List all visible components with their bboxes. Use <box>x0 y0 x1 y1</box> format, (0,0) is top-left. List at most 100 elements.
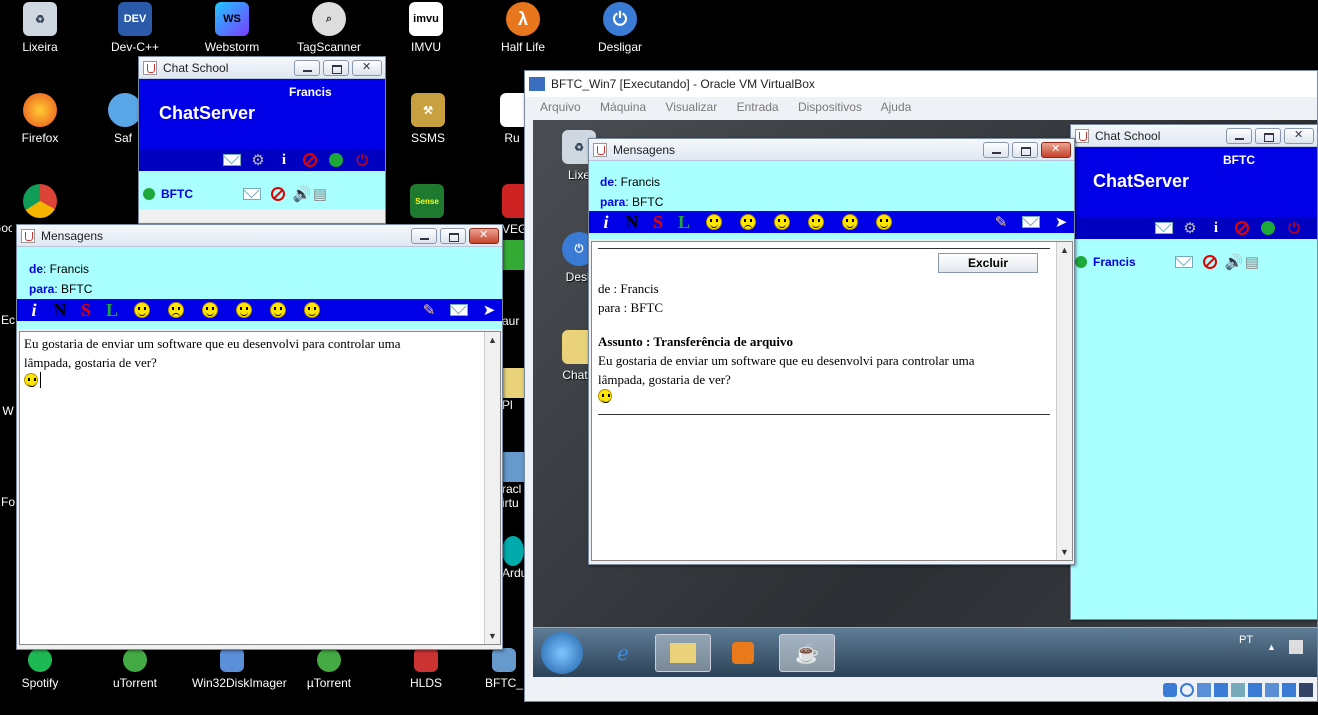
power-icon[interactable]: ⏻ <box>353 151 371 169</box>
delete-button[interactable]: Excluir <box>938 253 1038 273</box>
bold-button[interactable]: N <box>47 300 73 321</box>
italic-button[interactable]: i <box>593 212 619 233</box>
menu-arquivo[interactable]: Arquivo <box>540 100 581 114</box>
mail-icon[interactable] <box>223 151 241 169</box>
mail-icon[interactable] <box>1022 213 1040 231</box>
desktop-icon-lixeira[interactable]: ♻ Lixeira <box>0 2 80 54</box>
desktop-icon-safari[interactable]: Saf <box>108 93 138 145</box>
smile-emoticon-icon[interactable] <box>706 214 722 230</box>
confused-emoticon-icon[interactable] <box>236 302 252 318</box>
tongue-emoticon-icon[interactable] <box>774 214 790 230</box>
contact-row-francis[interactable]: Francis 🔊 ▤ <box>1071 247 1317 277</box>
online-status-icon[interactable] <box>327 151 345 169</box>
sad-emoticon-icon[interactable] <box>168 302 184 318</box>
vertical-scrollbar[interactable]: ▲ ▼ <box>484 332 500 644</box>
strike-button[interactable]: L <box>99 300 125 321</box>
desktop-icon-imvu[interactable]: imvu IMVU <box>386 2 466 54</box>
recording-icon[interactable] <box>1265 683 1279 697</box>
chat-school-window-right[interactable]: Chat School BFTC ChatServer ⚙ i ⏻ Franci… <box>1070 124 1318 620</box>
underline-button[interactable]: S <box>73 300 99 321</box>
language-indicator[interactable]: PT <box>1239 634 1253 646</box>
shared-folder-icon[interactable] <box>1214 683 1228 697</box>
desktop-icon-ssms[interactable]: ⚒ SSMS <box>388 93 468 145</box>
scroll-up-icon[interactable]: ▲ <box>485 332 500 348</box>
scroll-down-icon[interactable]: ▼ <box>485 628 500 644</box>
message-editor[interactable]: Eu gostaria de enviar um software que eu… <box>19 331 501 645</box>
close-button[interactable] <box>1041 141 1071 158</box>
maximize-button[interactable] <box>323 59 349 76</box>
neutral-emoticon-icon[interactable] <box>876 214 892 230</box>
neutral-emoticon-icon[interactable] <box>304 302 320 318</box>
tongue-emoticon-icon[interactable] <box>202 302 218 318</box>
desktop-icon-webstorm[interactable]: WS Webstorm <box>192 2 272 54</box>
network-adapter-icon[interactable] <box>1248 683 1262 697</box>
minimize-button[interactable] <box>411 227 437 244</box>
italic-button[interactable]: i <box>21 300 47 321</box>
messages-window-left[interactable]: Mensagens de: Francis para: BFTC i N S L… <box>16 224 503 650</box>
network-icon[interactable] <box>1289 640 1303 654</box>
desktop-icon-mutorrent[interactable]: µTorrent <box>289 648 369 690</box>
mail-icon[interactable] <box>450 301 468 319</box>
optical-icon[interactable] <box>1180 683 1194 697</box>
info-icon[interactable]: i <box>275 151 293 169</box>
desktop-icon-ru[interactable]: Ru <box>500 93 524 145</box>
hdd-icon[interactable] <box>1163 683 1177 697</box>
chat-school-window-left[interactable]: Chat School Francis ChatServer ⚙ i ⏻ BFT… <box>138 56 386 224</box>
gear-icon[interactable]: ⚙ <box>249 151 267 169</box>
strike-button[interactable]: L <box>671 212 697 233</box>
explorer-taskbar-icon[interactable] <box>655 634 711 672</box>
close-button[interactable] <box>1284 127 1314 144</box>
online-status-icon[interactable] <box>1259 219 1277 237</box>
file-icon[interactable]: ▤ <box>311 185 329 203</box>
mail-icon[interactable] <box>243 185 261 203</box>
desktop-icon-utorrent[interactable]: uTorrent <box>95 648 175 690</box>
desktop-icon-firefox[interactable]: Firefox <box>0 93 80 145</box>
mail-icon[interactable] <box>1175 253 1193 271</box>
media-player-taskbar-icon[interactable] <box>715 634 771 672</box>
maximize-button[interactable] <box>1255 127 1281 144</box>
vbox-title-bar[interactable]: BFTC_Win7 [Executando] - Oracle VM Virtu… <box>525 71 1317 97</box>
message-view[interactable]: Excluir de : Francis para : BFTC Assunto… <box>591 241 1073 561</box>
messages-window-right[interactable]: Mensagens de: Francis para: BFTC i N S L… <box>588 138 1075 565</box>
surprised-emoticon-icon[interactable] <box>270 302 286 318</box>
scroll-down-icon[interactable]: ▼ <box>1057 544 1072 560</box>
maximize-button[interactable] <box>1012 141 1038 158</box>
start-button[interactable] <box>541 632 583 674</box>
confused-emoticon-icon[interactable] <box>808 214 824 230</box>
minimize-button[interactable] <box>983 141 1009 158</box>
minimize-button[interactable] <box>1226 127 1252 144</box>
block-icon[interactable] <box>301 151 319 169</box>
speaker-icon[interactable]: 🔊 <box>293 185 312 203</box>
surprised-emoticon-icon[interactable] <box>842 214 858 230</box>
title-bar[interactable]: Mensagens <box>17 225 502 247</box>
speaker-icon[interactable]: 🔊 <box>1225 253 1244 271</box>
send-icon[interactable]: ➤ <box>480 301 498 319</box>
desktop-icon-arduino-board[interactable]: Sense <box>410 184 444 222</box>
smile-emoticon-icon[interactable] <box>134 302 150 318</box>
menu-dispositivos[interactable]: Dispositivos <box>798 100 862 114</box>
gear-icon[interactable]: ⚙ <box>1181 219 1199 237</box>
minimize-button[interactable] <box>294 59 320 76</box>
desktop-icon-hlds[interactable]: HLDS <box>386 648 466 690</box>
bold-button[interactable]: N <box>619 212 645 233</box>
pencil-icon[interactable]: ✎ <box>420 301 438 319</box>
contact-row-bftc[interactable]: BFTC 🔊 ▤ <box>139 179 385 209</box>
ie-taskbar-icon[interactable]: ℯ <box>595 634 651 672</box>
desktop-icon-desligar[interactable]: ⏻ Desligar <box>580 2 660 54</box>
power-icon[interactable]: ⏻ <box>1285 219 1303 237</box>
underline-button[interactable]: S <box>645 212 671 233</box>
desktop-icon-devcpp[interactable]: DEV Dev-C++ <box>95 2 175 54</box>
java-taskbar-icon[interactable]: ☕ <box>779 634 835 672</box>
maximize-button[interactable] <box>440 227 466 244</box>
usb-icon[interactable] <box>1197 683 1211 697</box>
vertical-scrollbar[interactable]: ▲ ▼ <box>1056 242 1072 560</box>
display-icon[interactable] <box>1231 683 1245 697</box>
desktop-icon-win32diskimager[interactable]: Win32DiskImager <box>192 648 287 690</box>
send-icon[interactable]: ➤ <box>1052 213 1070 231</box>
desktop-icon-bftc[interactable]: BFTC_ <box>484 648 524 690</box>
block-icon[interactable] <box>1201 253 1219 271</box>
block-icon[interactable] <box>1233 219 1251 237</box>
title-bar[interactable]: Chat School <box>139 57 385 79</box>
scroll-up-icon[interactable]: ▲ <box>1057 242 1072 258</box>
mail-icon[interactable] <box>1155 219 1173 237</box>
